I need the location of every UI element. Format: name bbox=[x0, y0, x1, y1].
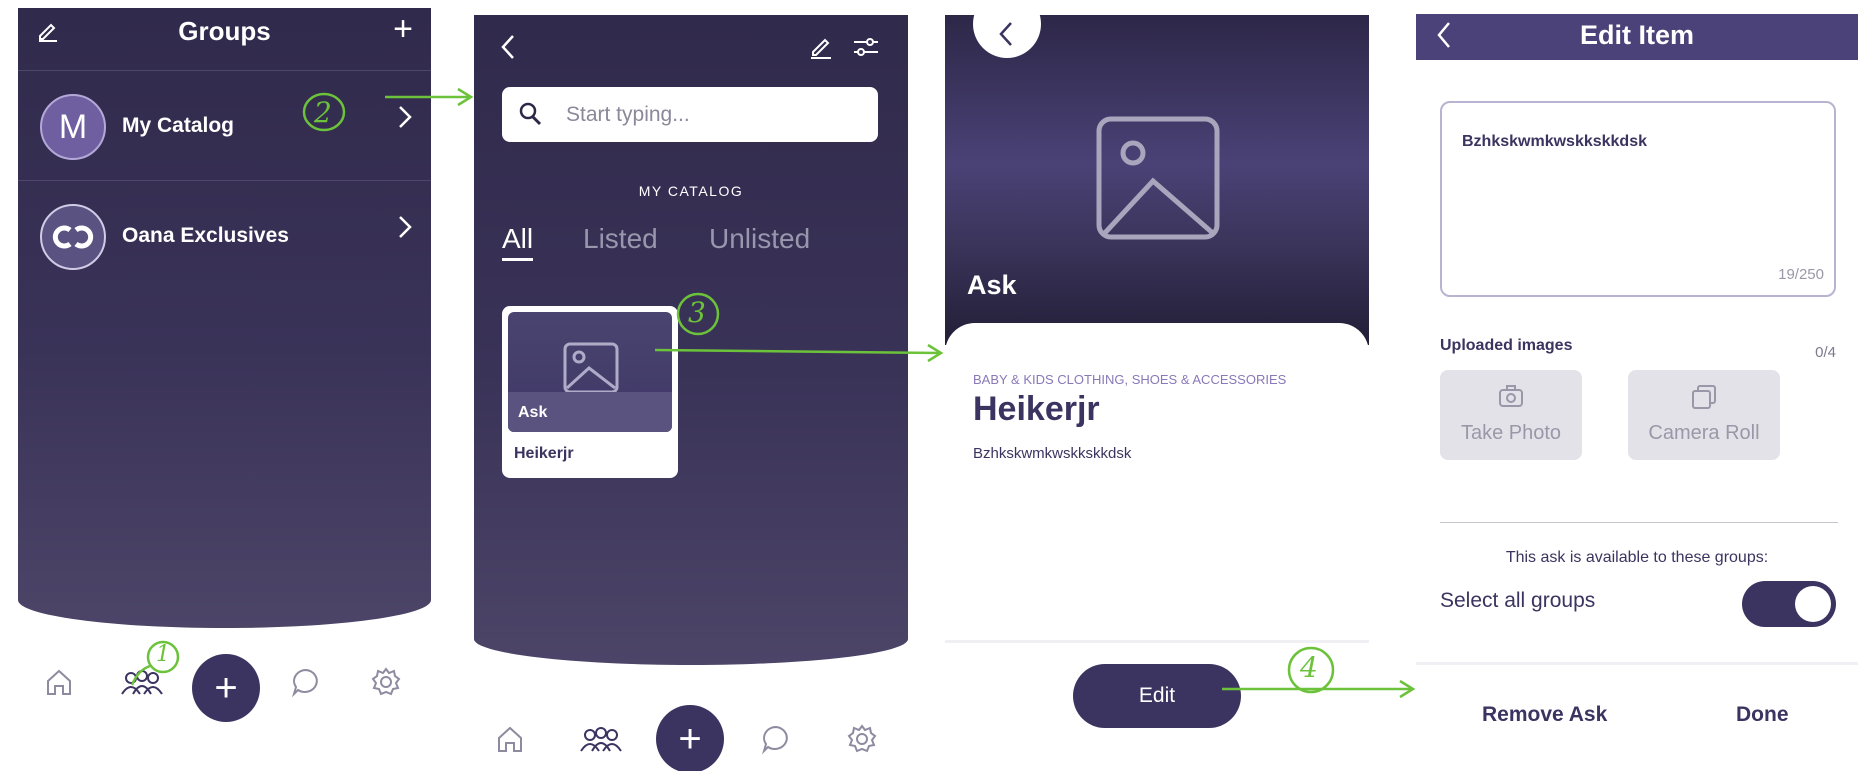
annotation-label: 3 bbox=[688, 296, 706, 329]
annotation-label: 2 bbox=[314, 96, 332, 129]
annotation-label: 1 bbox=[156, 642, 170, 667]
annotation-label: 4 bbox=[1300, 651, 1318, 684]
annotation-arrows bbox=[130, 87, 1416, 699]
